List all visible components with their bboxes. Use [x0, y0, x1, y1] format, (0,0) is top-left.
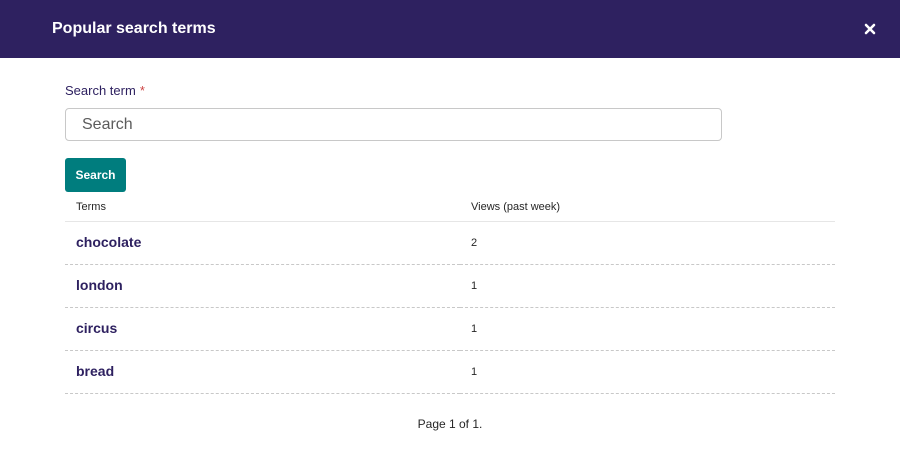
table-row: chocolate 2	[65, 221, 835, 265]
table-row: london 1	[65, 264, 835, 308]
search-button[interactable]: Search	[65, 158, 126, 192]
term-link[interactable]: london	[76, 277, 123, 293]
column-header-terms: Terms	[65, 193, 460, 222]
search-input[interactable]	[65, 108, 722, 141]
term-link[interactable]: chocolate	[76, 234, 141, 250]
column-header-views: Views (past week)	[460, 193, 835, 222]
search-term-label-text: Search term	[65, 83, 136, 98]
views-cell: 1	[460, 264, 835, 308]
search-term-label: Search term *	[65, 83, 145, 99]
table-row: bread 1	[65, 350, 835, 394]
search-terms-table: Terms Views (past week) chocolate 2 lond…	[65, 193, 835, 394]
term-cell: chocolate	[65, 221, 460, 265]
modal-header: Popular search terms	[0, 0, 900, 58]
term-link[interactable]: circus	[76, 320, 117, 336]
views-cell: 2	[460, 221, 835, 265]
table-header-row: Terms Views (past week)	[65, 193, 835, 222]
views-cell: 1	[460, 350, 835, 394]
close-icon	[864, 23, 876, 35]
term-cell: bread	[65, 350, 460, 394]
term-link[interactable]: bread	[76, 363, 114, 379]
term-cell: circus	[65, 307, 460, 351]
term-cell: london	[65, 264, 460, 308]
close-button[interactable]	[860, 19, 880, 39]
modal-title: Popular search terms	[52, 20, 216, 37]
required-mark: *	[139, 83, 145, 98]
pagination-text: Page 1 of 1.	[417, 417, 483, 431]
views-cell: 1	[460, 307, 835, 351]
table-row: circus 1	[65, 307, 835, 351]
